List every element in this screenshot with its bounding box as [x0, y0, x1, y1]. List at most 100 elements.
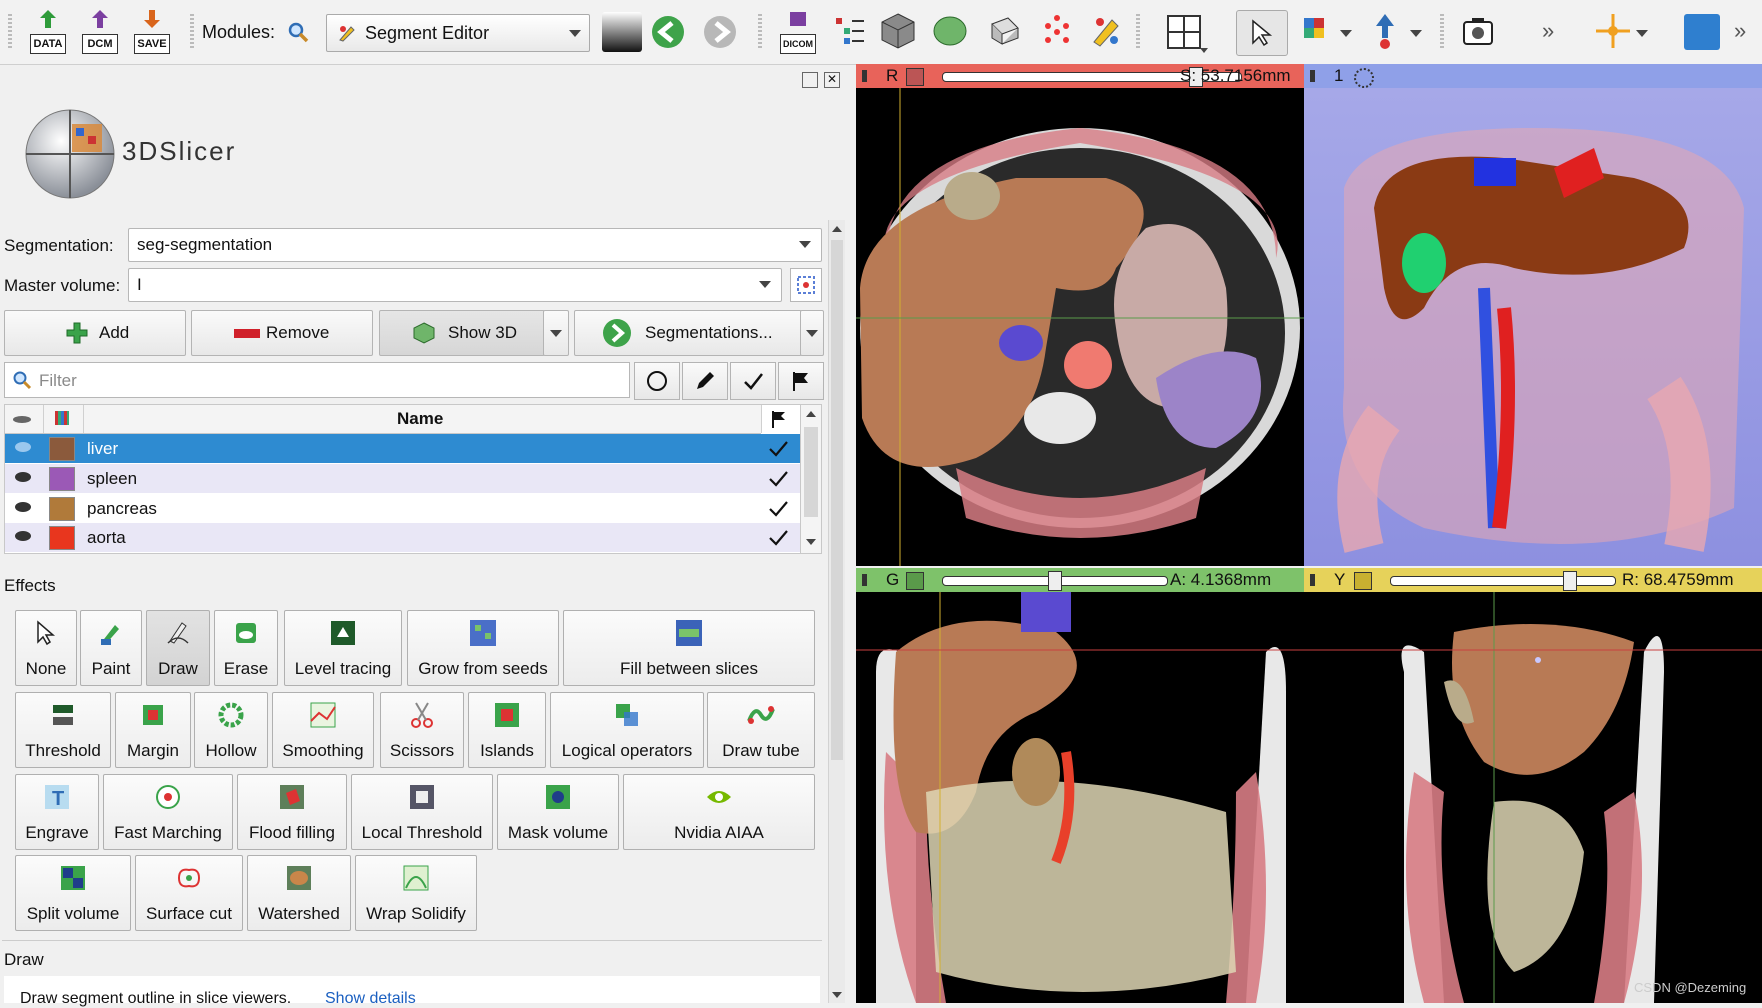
pin-icon[interactable] — [862, 70, 881, 82]
scroll-down-icon[interactable] — [832, 992, 842, 998]
toolbar-grip[interactable] — [1136, 14, 1140, 50]
checkmark-icon[interactable] — [767, 439, 789, 459]
load-dicom-button[interactable]: DCM — [80, 10, 120, 54]
effect-hollow-button[interactable]: Hollow — [194, 692, 268, 768]
effect-draw-button[interactable]: Draw — [146, 610, 210, 686]
yellow-slice-slider-thumb[interactable] — [1563, 571, 1578, 591]
red-slice-view[interactable] — [856, 88, 1304, 566]
screenshot-camera-icon[interactable] — [1462, 16, 1494, 46]
transforms-icon[interactable] — [988, 14, 1022, 48]
effect-local-threshold-button[interactable]: Local Threshold — [351, 774, 493, 850]
effect-fast-marching-button[interactable]: Fast Marching — [103, 774, 233, 850]
pin-icon[interactable] — [1310, 574, 1329, 586]
effect-mask-volume-button[interactable]: Mask volume — [497, 774, 619, 850]
checkmark-icon[interactable] — [767, 528, 789, 548]
checkmark-icon[interactable] — [767, 499, 789, 519]
scroll-up-icon[interactable] — [832, 226, 842, 232]
visibility-column-header[interactable] — [5, 405, 44, 433]
fiducial-placement-icon[interactable] — [1370, 12, 1400, 50]
chevron-down-icon[interactable] — [1636, 30, 1648, 37]
effect-margin-button[interactable]: Margin — [115, 692, 191, 768]
markups-icon[interactable] — [1040, 12, 1074, 48]
link-icon[interactable] — [906, 572, 924, 590]
effect-fill-between-slices-button[interactable]: Fill between slices — [563, 610, 815, 686]
add-segment-button[interactable]: Add — [4, 310, 186, 356]
toolbar-overflow-button-2[interactable]: » — [1734, 18, 1746, 44]
eye-icon[interactable] — [15, 472, 31, 482]
chevron-down-icon[interactable] — [1200, 48, 1208, 53]
toolbar-grip[interactable] — [1440, 14, 1444, 50]
extension-manager-icon[interactable] — [1684, 14, 1720, 50]
link-icon[interactable] — [1354, 572, 1372, 590]
layout-icon[interactable] — [1166, 14, 1202, 50]
place-markup-icon[interactable] — [1300, 14, 1332, 48]
pin-icon[interactable] — [1310, 70, 1329, 82]
toolbar-grip[interactable] — [8, 14, 12, 50]
segment-color-swatch[interactable] — [49, 526, 75, 550]
color-column-header[interactable] — [43, 405, 84, 433]
filter-empty-button[interactable] — [634, 362, 680, 400]
models-icon[interactable] — [932, 14, 968, 48]
table-row-liver[interactable]: liver — [5, 434, 801, 463]
chevron-down-icon[interactable] — [1410, 30, 1422, 37]
data-tree-icon[interactable] — [832, 14, 866, 48]
table-row-pancreas[interactable]: pancreas — [5, 494, 801, 523]
yellow-slice-slider[interactable] — [1390, 576, 1616, 586]
scroll-up-icon[interactable] — [806, 411, 816, 417]
filter-in-progress-button[interactable] — [682, 362, 728, 400]
filter-flagged-button[interactable] — [778, 362, 824, 400]
effect-erase-button[interactable]: Erase — [214, 610, 278, 686]
show-3d-options-button[interactable] — [543, 310, 569, 356]
effect-level-tracing-button[interactable]: Level tracing — [284, 610, 402, 686]
load-data-button[interactable]: DATA — [28, 10, 68, 54]
effect-grow-from-seeds-button[interactable]: Grow from seeds — [407, 610, 559, 686]
effect-wrap-solidify-button[interactable]: Wrap Solidify — [355, 855, 477, 931]
module-selector[interactable]: Segment Editor — [326, 14, 590, 52]
table-scrollbar[interactable] — [800, 404, 822, 554]
segmentation-selector[interactable]: seg-segmentation — [128, 228, 822, 262]
effect-smoothing-button[interactable]: Smoothing — [272, 692, 374, 768]
toolbar-grip[interactable] — [758, 14, 762, 50]
view-settings-icon[interactable] — [1354, 68, 1374, 88]
table-row-aorta[interactable]: aorta — [5, 523, 801, 552]
scrollbar-thumb[interactable] — [831, 240, 843, 760]
segmentations-module-button[interactable]: Segmentations... — [574, 310, 802, 356]
effect-scissors-button[interactable]: Scissors — [380, 692, 464, 768]
pin-icon[interactable] — [862, 574, 881, 586]
yellow-slice-view[interactable] — [1304, 592, 1762, 1003]
master-volume-selector[interactable]: I — [128, 268, 782, 302]
green-slice-view[interactable] — [856, 592, 1304, 1003]
effect-islands-button[interactable]: Islands — [468, 692, 546, 768]
remove-segment-button[interactable]: Remove — [191, 310, 373, 356]
show-3d-button[interactable]: Show 3D — [379, 310, 545, 356]
scroll-down-icon[interactable] — [806, 539, 816, 545]
effect-split-volume-button[interactable]: Split volume — [15, 855, 131, 931]
effect-surface-cut-button[interactable]: Surface cut — [135, 855, 243, 931]
eye-icon[interactable] — [15, 502, 31, 512]
effect-threshold-button[interactable]: Threshold — [15, 692, 111, 768]
show-details-link[interactable]: Show details — [325, 990, 416, 1008]
effect-watershed-button[interactable]: Watershed — [247, 855, 351, 931]
mouse-mode-button[interactable] — [1236, 10, 1288, 56]
table-row-spleen[interactable]: spleen — [5, 464, 801, 493]
panel-scrollbar[interactable] — [828, 220, 845, 1003]
effect-flood-filling-button[interactable]: Flood filling — [237, 774, 347, 850]
save-button[interactable]: SAVE — [132, 10, 172, 54]
name-column-header[interactable]: Name — [397, 409, 443, 429]
chevron-down-icon[interactable] — [1340, 30, 1352, 37]
eye-icon[interactable] — [15, 442, 31, 452]
segment-color-swatch[interactable] — [49, 497, 75, 521]
module-search-icon[interactable] — [286, 20, 310, 44]
volume-cube-icon[interactable] — [880, 12, 916, 50]
master-volume-geometry-button[interactable] — [790, 268, 822, 302]
dicom-button[interactable]: DICOM — [778, 10, 818, 54]
effect-paint-button[interactable]: Paint — [80, 610, 142, 686]
forward-arrow-icon[interactable] — [702, 14, 738, 50]
toolbar-overflow-button[interactable]: » — [1542, 18, 1554, 44]
crosshair-icon[interactable] — [1594, 12, 1632, 50]
segment-color-swatch[interactable] — [49, 467, 75, 491]
checkmark-icon[interactable] — [767, 469, 789, 489]
close-panel-icon[interactable]: ✕ — [824, 72, 840, 88]
eye-icon[interactable] — [15, 531, 31, 541]
toolbar-grip[interactable] — [190, 14, 194, 50]
